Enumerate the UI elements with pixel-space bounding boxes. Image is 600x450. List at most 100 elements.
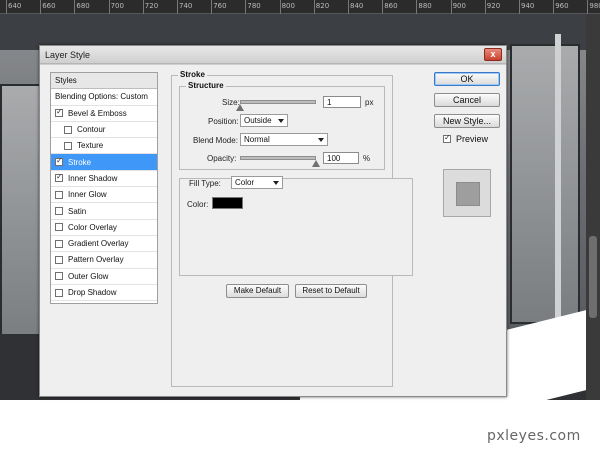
horizontal-ruler: 640 660 680 700 720 740 760 780 800 820 840 860 880 9…: [0, 0, 600, 14]
ruler-label: 800: [281, 2, 295, 10]
ok-button[interactable]: OK: [434, 72, 500, 86]
opacity-label: Opacity:: [207, 154, 237, 163]
style-item-outer-glow[interactable]: Outer Glow: [51, 269, 157, 285]
dialog-titlebar[interactable]: Layer Style x: [40, 46, 506, 64]
style-item-label: Satin: [68, 206, 87, 216]
ruler-tick: [553, 0, 555, 14]
style-item-color-overlay[interactable]: Color Overlay: [51, 220, 157, 236]
new-style-button[interactable]: New Style...: [434, 114, 500, 128]
ruler-label: 940: [521, 2, 535, 10]
style-item-gradient-overlay[interactable]: Gradient Overlay: [51, 236, 157, 253]
position-select[interactable]: Outside: [240, 114, 288, 127]
cancel-button[interactable]: Cancel: [434, 93, 500, 107]
new-style-label: New Style...: [442, 116, 491, 126]
style-checkbox[interactable]: [55, 255, 63, 264]
style-checkbox[interactable]: [55, 239, 63, 248]
preview-label: Preview: [456, 134, 489, 144]
size-slider[interactable]: [240, 100, 316, 104]
style-checkbox[interactable]: [55, 107, 63, 118]
style-item-label: Gradient Overlay: [68, 239, 129, 249]
opacity-slider-handle[interactable]: [312, 160, 320, 167]
style-item-label: Stroke: [68, 157, 92, 167]
ruler-tick: [313, 0, 315, 14]
ruler-tick: [587, 0, 589, 14]
opacity-slider[interactable]: [240, 156, 316, 160]
ruler-label: 900: [452, 2, 466, 10]
style-item-pattern-overlay[interactable]: Pattern Overlay: [51, 252, 157, 269]
blend-mode-value: Normal: [244, 135, 270, 144]
style-item-inner-glow[interactable]: Inner Glow: [51, 187, 157, 204]
preview-thumbnail: [443, 169, 491, 217]
styles-header-label: Styles: [55, 76, 77, 86]
styles-header[interactable]: Styles: [51, 73, 157, 90]
color-swatch[interactable]: [212, 197, 243, 209]
style-checkbox[interactable]: [55, 156, 63, 167]
size-slider-handle[interactable]: [236, 104, 244, 111]
style-checkbox[interactable]: [64, 141, 72, 150]
size-value: 1: [327, 98, 332, 107]
ruler-label: 680: [76, 2, 90, 10]
style-item-bevel-emboss[interactable]: Bevel & Emboss: [51, 106, 157, 122]
blending-options-item[interactable]: Blending Options: Custom: [51, 89, 157, 106]
chevron-down-icon: [318, 138, 324, 142]
preview-checkbox-box[interactable]: [443, 133, 451, 143]
make-default-label: Make Default: [233, 286, 282, 295]
size-input[interactable]: 1: [323, 96, 361, 108]
stroke-title: Stroke: [178, 70, 207, 79]
dialog-title: Layer Style: [45, 50, 91, 60]
blend-mode-select[interactable]: Normal: [240, 133, 328, 146]
blend-mode-label: Blend Mode:: [193, 136, 238, 145]
ruler-tick: [382, 0, 384, 14]
style-item-drop-shadow[interactable]: Drop Shadow: [51, 285, 157, 302]
style-checkbox[interactable]: [55, 223, 63, 232]
ruler-tick: [450, 0, 452, 14]
ruler-tick: [416, 0, 418, 14]
style-item-stroke[interactable]: Stroke: [51, 154, 157, 171]
styles-list: Styles Blending Options: Custom Bevel & …: [50, 72, 158, 304]
cancel-label: Cancel: [452, 95, 481, 105]
close-icon: x: [490, 49, 496, 59]
ruler-label: 960: [555, 2, 569, 10]
style-item-inner-shadow[interactable]: Inner Shadow: [51, 171, 157, 188]
opacity-input[interactable]: 100: [323, 152, 359, 164]
style-checkbox[interactable]: [55, 288, 63, 297]
style-item-satin[interactable]: Satin: [51, 203, 157, 220]
position-value: Outside: [244, 116, 272, 125]
watermark-text: pxleyes.com: [487, 428, 581, 444]
ruler-tick: [108, 0, 110, 14]
ruler-tick: [279, 0, 281, 14]
vertical-scrollbar[interactable]: [586, 14, 600, 400]
ruler-label: 740: [179, 2, 193, 10]
preview-checkbox[interactable]: Preview: [443, 133, 489, 144]
style-checkbox[interactable]: [55, 207, 63, 216]
fill-type-select[interactable]: Color: [231, 176, 283, 189]
reset-to-default-button[interactable]: Reset to Default: [295, 284, 367, 298]
scrollbar-thumb[interactable]: [589, 236, 597, 318]
stroke-group: Stroke Structure Size: 1 px Position: Ou…: [171, 70, 413, 387]
ruler-label: 820: [315, 2, 330, 10]
fill-type-value: Color: [235, 178, 255, 187]
style-checkbox[interactable]: [64, 125, 72, 134]
style-checkbox[interactable]: [55, 272, 63, 281]
style-checkbox[interactable]: [55, 190, 63, 199]
style-item-texture[interactable]: Texture: [51, 138, 157, 155]
ruler-tick: [40, 0, 42, 14]
style-item-contour[interactable]: Contour: [51, 122, 157, 139]
position-label: Position:: [208, 117, 239, 126]
ruler-label: 760: [213, 2, 227, 10]
color-label: Color:: [187, 200, 209, 209]
ruler-label: 640: [8, 2, 22, 10]
ruler-tick: [177, 0, 178, 14]
style-item-label: Inner Glow: [68, 190, 107, 200]
style-item-label: Bevel & Emboss: [68, 108, 127, 118]
ruler-tick: [6, 0, 7, 14]
ruler-label: 980: [589, 2, 600, 10]
ruler-label: 880: [418, 2, 432, 10]
make-default-button[interactable]: Make Default: [226, 284, 289, 298]
chevron-down-icon: [278, 119, 284, 123]
close-button[interactable]: x: [484, 48, 502, 61]
blending-options-label: Blending Options: Custom: [55, 92, 148, 102]
style-checkbox[interactable]: [55, 172, 63, 183]
style-item-label: Pattern Overlay: [68, 255, 124, 265]
ruler-label: 660: [42, 2, 56, 10]
